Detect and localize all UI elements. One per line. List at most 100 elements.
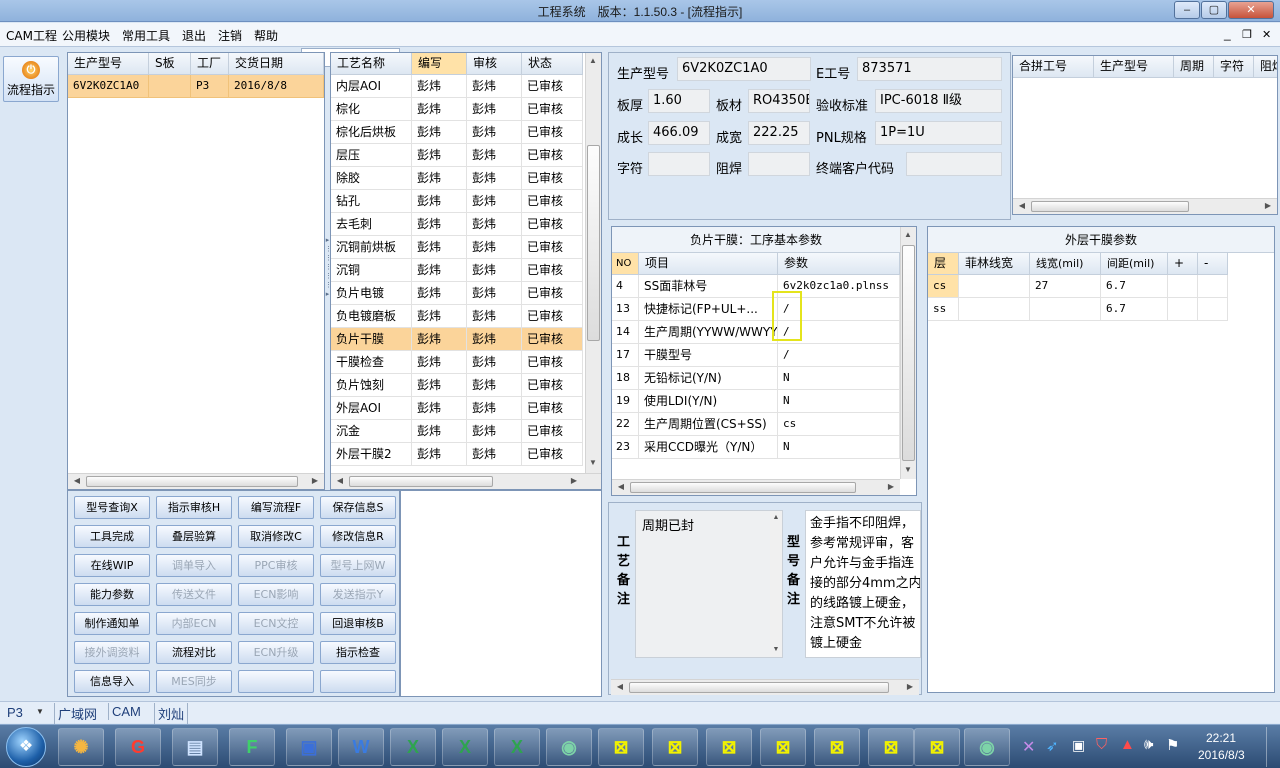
arrow-right-icon[interactable]: ▶: [1261, 199, 1275, 213]
action-button-5-3[interactable]: 指示检查: [320, 641, 396, 664]
scroll-thumb[interactable]: [587, 145, 600, 341]
table-row[interactable]: 去毛刺 彭炜 彭炜 已审核: [331, 213, 583, 236]
table-row[interactable]: 负电镀磨板 彭炜 彭炜 已审核: [331, 305, 583, 328]
action-button-6-0[interactable]: 信息导入: [74, 670, 150, 693]
table-row[interactable]: cs 27 6.7: [928, 275, 1228, 298]
cam-window-icon-2[interactable]: ⊠: [652, 728, 698, 766]
table-row[interactable]: 钻孔 彭炜 彭炜 已审核: [331, 190, 583, 213]
process-hscrollbar[interactable]: ◀ ▶: [331, 473, 601, 489]
cam-window-icon-3[interactable]: ⊠: [706, 728, 752, 766]
notes-vscrollbar[interactable]: ▲ ▼: [770, 511, 782, 657]
table-row[interactable]: 14 生产周期(YYWW/WWYY) /: [612, 321, 900, 344]
show-desktop-button[interactable]: [1266, 727, 1278, 767]
action-button-1-1[interactable]: 叠层验算: [156, 525, 232, 548]
arrow-right-icon[interactable]: ▶: [884, 480, 898, 494]
tray-security-icon[interactable]: ⛉: [1096, 736, 1107, 753]
action-button-2-2[interactable]: PPC审核: [238, 554, 314, 577]
col-delivery-date[interactable]: 交货日期: [229, 53, 324, 75]
clock-date[interactable]: 2016/8/3: [1198, 748, 1245, 762]
eye-app-icon[interactable]: ◉: [546, 728, 592, 766]
action-button-4-1[interactable]: 内部ECN: [156, 612, 232, 635]
cam-window-icon-5[interactable]: ⊠: [814, 728, 860, 766]
col-s-board[interactable]: S板: [149, 53, 191, 75]
material-field[interactable]: RO4350B: [748, 89, 810, 113]
action-button-6-2[interactable]: [238, 670, 314, 693]
clock-time[interactable]: 22:21: [1206, 731, 1236, 745]
action-button-5-2[interactable]: ECN升级: [238, 641, 314, 664]
scroll-thumb[interactable]: [349, 476, 493, 487]
arrow-up-icon[interactable]: ▲: [586, 54, 600, 68]
excel-app-icon-2[interactable]: X: [442, 728, 488, 766]
scroll-thumb[interactable]: [630, 482, 856, 493]
action-button-2-3[interactable]: 型号上网W: [320, 554, 396, 577]
action-button-2-1[interactable]: 调单导入: [156, 554, 232, 577]
col-spacing-mil[interactable]: 间距(mil): [1101, 253, 1168, 275]
thickness-field[interactable]: 1.60: [648, 89, 710, 113]
col-reviewer[interactable]: 审核: [467, 53, 522, 75]
tray-x-icon[interactable]: ✕: [1022, 737, 1035, 757]
col-process-name[interactable]: 工艺名称: [331, 53, 412, 75]
tray-network-icon[interactable]: ▣: [1072, 737, 1085, 754]
col-plus[interactable]: +: [1168, 253, 1198, 275]
arrow-left-icon[interactable]: ◀: [1015, 199, 1029, 213]
table-row[interactable]: 内层AOI 彭炜 彭炜 已审核: [331, 75, 583, 98]
shell-app-icon[interactable]: ✺: [58, 728, 104, 766]
model-field[interactable]: 6V2K0ZC1A0: [677, 57, 811, 81]
arrow-left-icon[interactable]: ◀: [333, 474, 347, 488]
cam-window-icon-7[interactable]: ⊠: [914, 728, 960, 766]
close-button[interactable]: ✕: [1228, 1, 1274, 19]
excel-app-icon-1[interactable]: X: [390, 728, 436, 766]
action-button-2-0[interactable]: 在线WIP: [74, 554, 150, 577]
table-row[interactable]: 负片蚀刻 彭炜 彭炜 已审核: [331, 374, 583, 397]
minimize-button[interactable]: –: [1174, 1, 1200, 19]
soldermask-field[interactable]: [748, 152, 810, 176]
eye-app-icon-2[interactable]: ◉: [964, 728, 1010, 766]
action-button-6-1[interactable]: MES同步: [156, 670, 232, 693]
g-app-icon[interactable]: G: [115, 728, 161, 766]
save-app-icon[interactable]: ▣: [286, 728, 332, 766]
params-hscrollbar[interactable]: ◀ ▶: [612, 479, 900, 495]
notes-hscrollbar[interactable]: ◀ ▶: [611, 679, 919, 695]
col-status[interactable]: 状态: [522, 53, 583, 75]
arrow-down-icon[interactable]: ▼: [901, 463, 915, 477]
col-film-linewidth[interactable]: 菲林线宽: [959, 253, 1030, 275]
scroll-thumb[interactable]: [1031, 201, 1189, 212]
table-row[interactable]: 干膜检查 彭炜 彭炜 已审核: [331, 351, 583, 374]
orders-hscrollbar[interactable]: ◀ ▶: [68, 473, 324, 489]
scroll-thumb[interactable]: [629, 682, 889, 693]
col-model[interactable]: 生产型号: [68, 53, 149, 75]
menu-help[interactable]: 帮助: [254, 27, 278, 44]
scroll-thumb[interactable]: [902, 245, 915, 461]
col-merge-cycle[interactable]: 周期: [1174, 56, 1214, 78]
tray-flag-icon[interactable]: ⚑: [1166, 736, 1179, 754]
action-button-1-3[interactable]: 修改信息R: [320, 525, 396, 548]
col-minus[interactable]: -: [1198, 253, 1228, 275]
col-merge-mask[interactable]: 阻焊: [1254, 56, 1277, 78]
maximize-button[interactable]: ▢: [1201, 1, 1227, 19]
menu-tools[interactable]: 常用工具: [122, 27, 170, 44]
table-row[interactable]: 沉金 彭炜 彭炜 已审核: [331, 420, 583, 443]
table-row[interactable]: 棕化 彭炜 彭炜 已审核: [331, 98, 583, 121]
arrow-up-icon[interactable]: ▲: [901, 228, 915, 242]
table-row[interactable]: 沉铜 彭炜 彭炜 已审核: [331, 259, 583, 282]
pnl-field[interactable]: 1P=1U: [875, 121, 1002, 145]
tray-alert-icon[interactable]: ▲: [1120, 736, 1135, 753]
arrow-left-icon[interactable]: ◀: [70, 474, 84, 488]
standard-field[interactable]: IPC-6018 Ⅱ级: [875, 89, 1002, 113]
table-row[interactable]: 层压 彭炜 彭炜 已审核: [331, 144, 583, 167]
table-row[interactable]: 除胶 彭炜 彭炜 已审核: [331, 167, 583, 190]
table-row[interactable]: 13 快捷标记(FP+UL+... /: [612, 298, 900, 321]
character-field[interactable]: [648, 152, 710, 176]
excel-app-icon-3[interactable]: X: [494, 728, 540, 766]
table-row[interactable]: 棕化后烘板 彭炜 彭炜 已审核: [331, 121, 583, 144]
col-linewidth-mil[interactable]: 线宽(mil): [1030, 253, 1101, 275]
process-vscrollbar[interactable]: ▲ ▼: [585, 53, 601, 473]
action-button-4-0[interactable]: 制作通知单: [74, 612, 150, 635]
menu-exit[interactable]: 退出: [182, 27, 206, 44]
table-row[interactable]: 外层干膜2 彭炜 彭炜 已审核: [331, 443, 583, 466]
col-param[interactable]: 参数: [778, 253, 900, 275]
table-row[interactable]: 沉铜前烘板 彭炜 彭炜 已审核: [331, 236, 583, 259]
length-field[interactable]: 466.09: [648, 121, 710, 145]
table-row[interactable]: ss 6.7: [928, 298, 1228, 321]
word-app-icon[interactable]: W: [338, 728, 384, 766]
